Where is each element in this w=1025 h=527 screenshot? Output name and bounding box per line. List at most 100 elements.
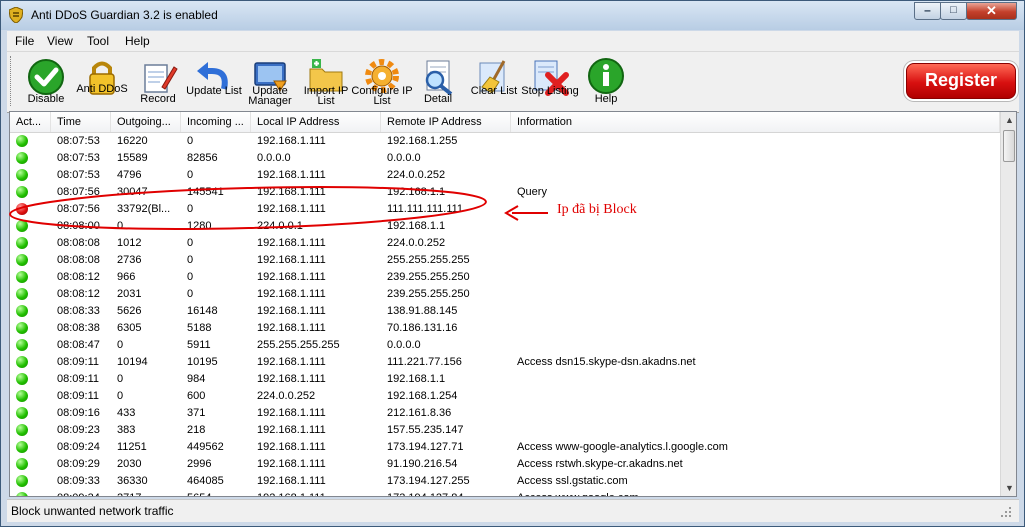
- cell-incoming: 0: [187, 288, 194, 300]
- import-ip-list-button[interactable]: Import IP List: [299, 56, 353, 108]
- table-row[interactable]: 08:07:56 30047 145541 192.168.1.111 192.168.…: [10, 184, 1000, 201]
- cell-time: 08:09:16: [57, 407, 100, 419]
- active-status-icon: [16, 424, 28, 436]
- menu-help[interactable]: Help: [125, 34, 150, 48]
- clear-list-button[interactable]: Clear List: [467, 56, 521, 108]
- cell-incoming: 2996: [187, 458, 212, 470]
- cell-information: Access www-google-analytics.l.google.com: [517, 441, 728, 453]
- cell-remote-ip: 192.168.1.254: [387, 390, 458, 402]
- cell-outgoing: 2030: [117, 458, 142, 470]
- table-row[interactable]: 08:09:33 36330 464085 192.168.1.111 173.194.…: [10, 473, 1000, 490]
- cell-incoming: 0: [187, 135, 194, 147]
- table-row[interactable]: 08:09:11 0 984 192.168.1.111 192.168.1.1: [10, 371, 1000, 388]
- table-row[interactable]: 08:07:53 15589 82856 0.0.0.0 0.0.0.0: [10, 150, 1000, 167]
- help-button[interactable]: Help: [579, 56, 633, 108]
- vertical-scrollbar[interactable]: ▲ ▼: [1000, 112, 1016, 496]
- register-button[interactable]: Register: [906, 63, 1016, 99]
- clear-list-label: Clear List: [470, 85, 518, 97]
- table-row[interactable]: 08:08:00 0 1280 224.0.0.1 192.168.1.1: [10, 218, 1000, 235]
- cell-remote-ip: 91.190.216.54: [387, 458, 458, 470]
- anti-ddos-button[interactable]: Anti DDoS: [75, 56, 129, 108]
- cell-local-ip: 0.0.0.0: [257, 152, 291, 164]
- active-status-icon: [16, 322, 28, 334]
- cell-incoming: 16148: [187, 305, 218, 317]
- active-status-icon: [16, 186, 28, 198]
- cell-local-ip: 192.168.1.111: [257, 169, 326, 181]
- cell-outgoing: 0: [117, 220, 124, 232]
- cell-remote-ip: 239.255.255.250: [387, 271, 470, 283]
- column-header-action[interactable]: Act...: [10, 112, 51, 132]
- table-row[interactable]: 08:08:33 5626 16148 192.168.1.111 138.91.88.…: [10, 303, 1000, 320]
- table-row[interactable]: 08:08:12 966 0 192.168.1.111 239.255.255.250: [10, 269, 1000, 286]
- table-row[interactable]: 08:09:29 2030 2996 192.168.1.111 91.190.216.…: [10, 456, 1000, 473]
- active-status-icon: [16, 407, 28, 419]
- menu-tool[interactable]: Tool: [87, 34, 109, 48]
- cell-remote-ip: 0.0.0.0: [387, 339, 421, 351]
- table-row[interactable]: 08:09:11 0 600 224.0.0.252 192.168.1.254: [10, 388, 1000, 405]
- column-header-outgoing[interactable]: Outgoing...: [111, 112, 181, 132]
- table-row[interactable]: 08:07:53 16220 0 192.168.1.111 192.168.1.255: [10, 133, 1000, 150]
- record-button[interactable]: Record: [131, 56, 185, 108]
- import-ip-list-label: Import IP List: [303, 85, 349, 107]
- table-row[interactable]: 08:08:08 2736 0 192.168.1.111 255.255.255.25…: [10, 252, 1000, 269]
- table-row[interactable]: 08:07:56 33792(Bl... 0 192.168.1.111 111.111…: [10, 201, 1000, 218]
- column-header-incoming[interactable]: Incoming ...: [181, 112, 251, 132]
- close-button[interactable]: ✕: [966, 2, 1017, 20]
- cell-time: 08:09:23: [57, 424, 100, 436]
- column-header-time[interactable]: Time: [51, 112, 111, 132]
- detail-button[interactable]: Detail: [411, 56, 465, 108]
- cell-information: [517, 286, 997, 303]
- table-row[interactable]: 08:09:24 11251 449562 192.168.1.111 173.194.…: [10, 439, 1000, 456]
- resize-grip-icon[interactable]: [1000, 506, 1012, 518]
- cell-incoming: 600: [187, 390, 206, 402]
- column-header-information[interactable]: Information: [511, 112, 1000, 132]
- table-row[interactable]: 08:08:08 1012 0 192.168.1.111 224.0.0.252: [10, 235, 1000, 252]
- table-row[interactable]: 08:09:16 433 371 192.168.1.111 212.161.8.36: [10, 405, 1000, 422]
- scroll-down-arrow-icon[interactable]: ▼: [1002, 480, 1016, 496]
- toolbar-grip[interactable]: [10, 56, 14, 106]
- update-manager-button[interactable]: Update Manager: [243, 56, 297, 108]
- menu-view[interactable]: View: [47, 34, 73, 48]
- table-row[interactable]: 08:09:23 383 218 192.168.1.111 157.55.235.14…: [10, 422, 1000, 439]
- column-header-local-ip[interactable]: Local IP Address: [251, 112, 381, 132]
- table-row[interactable]: 08:08:12 2031 0 192.168.1.111 239.255.255.25…: [10, 286, 1000, 303]
- table-row[interactable]: 08:07:53 4796 0 192.168.1.111 224.0.0.252: [10, 167, 1000, 184]
- cell-information: [517, 269, 997, 286]
- active-status-icon: [16, 475, 28, 487]
- table-row[interactable]: 08:08:47 0 5911 255.255.255.255 0.0.0.0: [10, 337, 1000, 354]
- cell-time: 08:09:11: [57, 390, 100, 402]
- scroll-up-arrow-icon[interactable]: ▲: [1002, 112, 1016, 128]
- cell-local-ip: 192.168.1.111: [257, 203, 326, 215]
- table-row[interactable]: 08:08:38 6305 5188 192.168.1.111 70.186.131.…: [10, 320, 1000, 337]
- update-list-button[interactable]: Update List: [186, 56, 242, 108]
- help-label: Help: [594, 93, 618, 105]
- cell-time: 08:08:12: [57, 271, 100, 283]
- column-header-remote-ip[interactable]: Remote IP Address: [381, 112, 511, 132]
- table-row[interactable]: 08:09:11 10194 10195 192.168.1.111 111.221.7…: [10, 354, 1000, 371]
- cell-information: [517, 405, 997, 422]
- cell-outgoing: 5626: [117, 305, 142, 317]
- cell-information: [517, 337, 997, 354]
- cell-information: [517, 133, 997, 150]
- configure-ip-list-button[interactable]: Configure IP List: [351, 56, 413, 108]
- window-title: Anti DDoS Guardian 3.2 is enabled: [31, 8, 218, 22]
- cell-incoming: 5654: [187, 490, 253, 496]
- minimize-button[interactable]: –: [914, 2, 941, 20]
- active-status-icon: [16, 356, 28, 368]
- disable-button[interactable]: Disable: [19, 56, 73, 108]
- menu-file[interactable]: File: [15, 34, 34, 48]
- cell-information: [517, 218, 997, 235]
- cell-time: 08:09:24: [57, 441, 100, 453]
- cell-incoming: 10195: [187, 356, 218, 368]
- cell-local-ip: 224.0.0.252: [257, 390, 316, 402]
- cell-outgoing: 383: [117, 424, 136, 436]
- cell-remote-ip: 157.55.235.147: [387, 424, 464, 436]
- stop-listing-button[interactable]: Stop Listing: [521, 56, 579, 108]
- maximize-button[interactable]: □: [940, 2, 967, 20]
- cell-local-ip: 192.168.1.111: [257, 373, 326, 385]
- active-status-icon: [16, 492, 28, 496]
- table-row[interactable]: 08:09:34 2717 5654 192.168.1.111 173.194.127…: [10, 490, 1000, 496]
- traffic-list[interactable]: Act... Time Outgoing... Incoming ... Loc…: [9, 111, 1017, 497]
- cell-outgoing: 6305: [117, 322, 142, 334]
- scroll-thumb[interactable]: [1003, 130, 1015, 162]
